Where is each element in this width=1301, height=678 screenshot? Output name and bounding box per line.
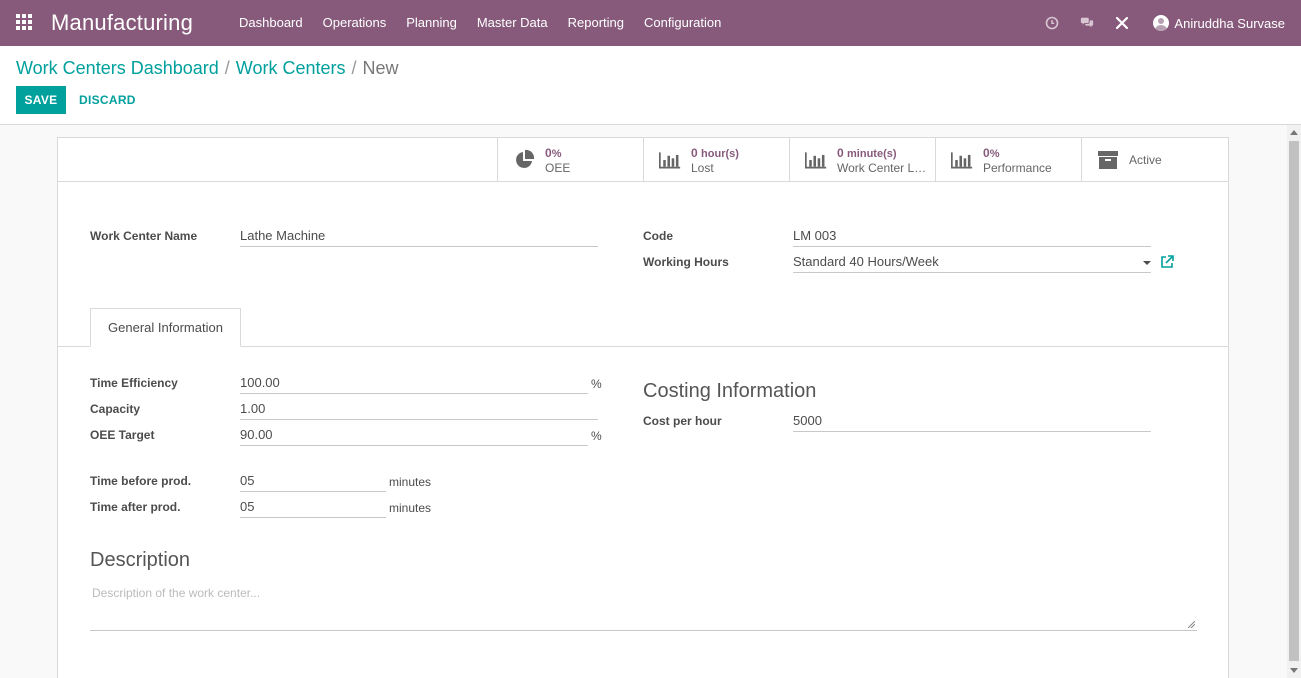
archive-icon: [1098, 151, 1118, 169]
breadcrumb-item-dashboard[interactable]: Work Centers Dashboard: [16, 58, 219, 79]
oee-target-label: OEE Target: [90, 428, 155, 442]
time-after-prod-label: Time after prod.: [90, 500, 181, 514]
time-before-prod-input[interactable]: 05: [240, 472, 386, 492]
time-efficiency-label: Time Efficiency: [90, 376, 178, 390]
work-center-name-label: Work Center Name: [90, 229, 198, 243]
lost-unit: hour(s): [701, 147, 739, 160]
code-label: Code: [643, 229, 673, 243]
pie-chart-icon: [516, 149, 535, 168]
lost-stat-button[interactable]: 0 hour(s) Lost: [643, 138, 789, 182]
page-scrollbar[interactable]: [1287, 125, 1301, 678]
user-menu[interactable]: Aniruddha Survase: [1153, 15, 1285, 31]
lost-value: 0: [691, 145, 698, 160]
save-button[interactable]: SAVE: [16, 86, 66, 114]
performance-label: Performance: [983, 160, 1052, 175]
form-sheet: 0% OEE 0 hour(s) Lost 0 minute(s) Work C…: [57, 137, 1229, 678]
oee-value: 0: [545, 145, 552, 160]
main-menu: Dashboard Operations Planning Master Dat…: [229, 0, 731, 46]
user-name: Aniruddha Survase: [1174, 15, 1285, 31]
description-title: Description: [90, 549, 191, 571]
breadcrumb: Work Centers Dashboard / Work Centers / …: [16, 58, 399, 79]
scrollbar-thumb[interactable]: [1289, 141, 1299, 661]
load-value: 0: [837, 145, 844, 160]
navbar-systray: Aniruddha Survase: [1024, 0, 1285, 46]
lost-label: Lost: [691, 160, 714, 175]
bar-chart-icon: [659, 152, 681, 169]
cost-per-hour-input[interactable]: 5000: [793, 412, 1151, 432]
oee-stat-button[interactable]: 0% OEE: [497, 138, 643, 182]
time-efficiency-input[interactable]: 100.00: [240, 374, 588, 394]
costing-information-title: Costing Information: [643, 380, 817, 402]
app-title[interactable]: Manufacturing: [51, 10, 193, 36]
clock-icon[interactable]: [1045, 16, 1059, 30]
menu-item-master-data[interactable]: Master Data: [467, 0, 558, 46]
time-after-prod-unit: minutes: [389, 501, 432, 515]
form-content-area: 0% OEE 0 hour(s) Lost 0 minute(s) Work C…: [0, 125, 1287, 678]
menu-item-configuration[interactable]: Configuration: [634, 0, 731, 46]
resize-grip-icon[interactable]: [1188, 621, 1195, 628]
load-unit: minute(s): [847, 147, 897, 160]
working-hours-label: Working Hours: [643, 255, 729, 269]
load-label: Work Center Lo...: [837, 160, 929, 175]
active-label: Active: [1129, 153, 1162, 167]
time-efficiency-unit: %: [591, 377, 602, 391]
time-before-prod-label: Time before prod.: [90, 474, 192, 488]
oee-label: OEE: [545, 160, 571, 175]
tab-general-information[interactable]: General Information: [90, 308, 241, 347]
control-panel: Work Centers Dashboard / Work Centers / …: [0, 46, 1301, 125]
discard-button[interactable]: DISCARD: [79, 86, 136, 114]
top-navbar: Manufacturing Dashboard Operations Plann…: [0, 0, 1301, 46]
oee-target-input[interactable]: 90.00: [240, 426, 588, 446]
performance-unit: %: [989, 147, 1000, 160]
time-after-prod-input[interactable]: 05: [240, 498, 386, 518]
menu-item-dashboard[interactable]: Dashboard: [229, 0, 313, 46]
bar-chart-icon: [951, 152, 973, 169]
oee-target-unit: %: [591, 429, 602, 443]
chevron-down-icon[interactable]: [1143, 261, 1151, 265]
external-link-icon[interactable]: [1160, 255, 1174, 269]
capacity-label: Capacity: [90, 402, 141, 416]
description-placeholder: Description of the work center...: [92, 586, 261, 600]
breadcrumb-separator: /: [351, 58, 357, 78]
work-center-name-input[interactable]: Lathe Machine: [240, 227, 598, 247]
smart-button-box: 0% OEE 0 hour(s) Lost 0 minute(s) Work C…: [58, 138, 1228, 182]
performance-value: 0: [983, 145, 990, 160]
code-input[interactable]: LM 003: [793, 227, 1151, 247]
scroll-up-arrow-icon[interactable]: [1290, 130, 1298, 135]
avatar: [1153, 15, 1170, 31]
time-before-prod-unit: minutes: [389, 475, 432, 489]
active-toggle-button[interactable]: Active: [1081, 138, 1228, 182]
bar-chart-icon: [805, 152, 827, 169]
scroll-down-arrow-icon[interactable]: [1290, 668, 1298, 673]
breadcrumb-separator: /: [224, 58, 230, 78]
performance-stat-button[interactable]: 0% Performance: [935, 138, 1081, 182]
menu-item-planning[interactable]: Planning: [396, 0, 467, 46]
load-stat-button[interactable]: 0 minute(s) Work Center Lo...: [789, 138, 935, 182]
cost-per-hour-label: Cost per hour: [643, 414, 722, 428]
description-textarea[interactable]: Description of the work center...: [90, 586, 1197, 631]
chat-icon[interactable]: [1080, 16, 1094, 30]
breadcrumb-item-work-centers[interactable]: Work Centers: [236, 58, 346, 79]
menu-item-operations[interactable]: Operations: [313, 0, 397, 46]
working-hours-select[interactable]: Standard 40 Hours/Week: [793, 253, 1151, 273]
breadcrumb-current: New: [362, 58, 399, 78]
capacity-input[interactable]: 1.00: [240, 400, 598, 420]
menu-item-reporting[interactable]: Reporting: [558, 0, 634, 46]
tools-icon[interactable]: [1115, 16, 1129, 30]
apps-menu-icon[interactable]: [16, 14, 34, 32]
oee-unit: %: [551, 147, 562, 160]
